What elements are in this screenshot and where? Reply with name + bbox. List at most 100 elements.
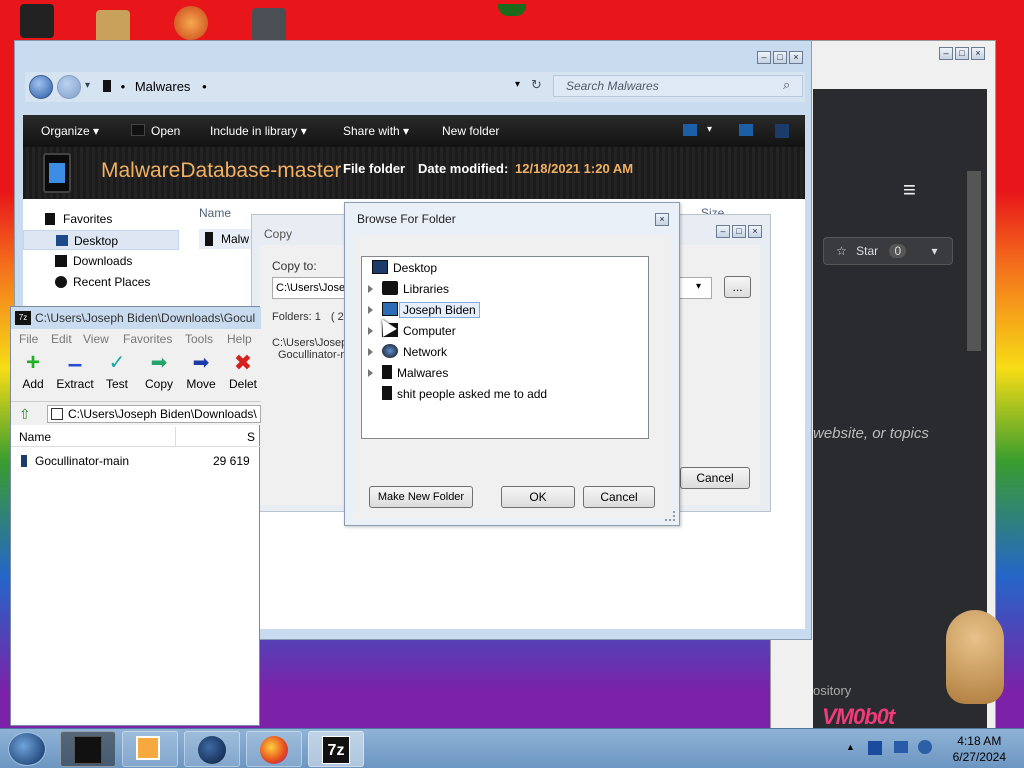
- delete-button[interactable]: ✖ Delet: [221, 350, 265, 392]
- extract-button[interactable]: – Extract: [53, 350, 97, 391]
- chevron-down-icon[interactable]: ▾: [696, 281, 701, 292]
- move-button[interactable]: ➡ Move: [179, 353, 223, 391]
- expand-arrow-icon[interactable]: [368, 348, 373, 356]
- expand-arrow-icon[interactable]: [368, 306, 373, 314]
- share-with-label: Share with: [343, 124, 400, 138]
- tree-item-desktop[interactable]: Desktop: [372, 258, 437, 278]
- start-button[interactable]: [8, 732, 46, 766]
- chevron-down-icon[interactable]: ▾: [85, 80, 90, 91]
- minimize-button[interactable]: –: [939, 47, 953, 60]
- address-dropdown-icon[interactable]: ▾: [515, 79, 520, 90]
- tray-expand-icon[interactable]: ▲: [846, 742, 855, 752]
- add-button[interactable]: + Add: [11, 349, 55, 392]
- forward-button[interactable]: [57, 75, 81, 99]
- expand-arrow-icon[interactable]: [368, 369, 373, 377]
- column-header-name[interactable]: Name: [199, 206, 231, 220]
- star-button[interactable]: ☆ Star 0 ▾: [823, 237, 953, 265]
- maximize-button[interactable]: □: [732, 225, 746, 238]
- scrollbar[interactable]: [967, 171, 981, 351]
- preview-pane-icon[interactable]: [739, 124, 753, 136]
- close-button[interactable]: ×: [971, 47, 985, 60]
- open-button[interactable]: Open: [131, 124, 180, 138]
- menu-favorites[interactable]: Favorites: [123, 329, 172, 349]
- new-folder-button[interactable]: New folder: [442, 124, 499, 138]
- minimize-button[interactable]: –: [757, 51, 771, 64]
- column-header-size[interactable]: S: [247, 427, 255, 447]
- include-library-menu[interactable]: Include in library ▾: [210, 124, 307, 138]
- column-header-name[interactable]: Name: [19, 427, 51, 447]
- tree-item-joseph-biden[interactable]: Joseph Biden: [368, 300, 480, 320]
- browse-button[interactable]: ...: [724, 276, 751, 298]
- minimize-button[interactable]: –: [716, 225, 730, 238]
- menu-file[interactable]: File: [19, 329, 38, 349]
- expand-arrow-icon[interactable]: [368, 327, 373, 335]
- hamburger-icon[interactable]: ≡: [903, 177, 916, 203]
- tray-volume-icon[interactable]: [918, 740, 932, 754]
- chevron-down-icon[interactable]: ▾: [707, 124, 712, 135]
- search-input[interactable]: Search Malwares: [553, 75, 803, 97]
- organize-menu[interactable]: Organize ▾: [41, 124, 99, 138]
- menu-tools[interactable]: Tools: [185, 329, 213, 349]
- close-button[interactable]: ×: [789, 51, 803, 64]
- favorites-header[interactable]: Favorites: [23, 209, 179, 229]
- make-new-folder-button[interactable]: Make New Folder: [369, 486, 473, 508]
- network-icon: [382, 344, 398, 358]
- nav-item-desktop[interactable]: Desktop: [23, 230, 179, 250]
- back-button[interactable]: [29, 75, 53, 99]
- folder-tree[interactable]: Desktop Libraries Joseph Biden Computer …: [361, 256, 649, 439]
- details-modified-value: 12/18/2021 1:20 AM: [515, 161, 634, 176]
- close-button[interactable]: ×: [748, 225, 762, 238]
- favorites-label: Favorites: [63, 212, 113, 226]
- nav-item-downloads[interactable]: Downloads: [23, 251, 179, 271]
- taskbar-globe[interactable]: [184, 731, 240, 767]
- plus-icon: +: [25, 349, 40, 376]
- maximize-button[interactable]: □: [955, 47, 969, 60]
- tray-network-icon[interactable]: [894, 741, 908, 753]
- taskbar-media-player[interactable]: [122, 731, 178, 767]
- ok-button[interactable]: OK: [501, 486, 575, 508]
- clock[interactable]: 4:18 AM 6/27/2024: [953, 733, 1006, 765]
- test-button[interactable]: ✓ Test: [95, 353, 139, 391]
- search-icon[interactable]: ⌕: [783, 77, 790, 93]
- address-path[interactable]: • Malwares •: [103, 76, 543, 98]
- up-folder-icon[interactable]: ⇧: [19, 406, 35, 422]
- taskbar-firefox[interactable]: [246, 731, 302, 767]
- tree-item-network[interactable]: Network: [368, 342, 447, 362]
- refresh-icon[interactable]: ↻: [531, 77, 542, 93]
- desktop-app-icon[interactable]: [20, 4, 54, 38]
- help-icon[interactable]: [775, 124, 789, 138]
- dialog-title: Browse For Folder: [357, 212, 456, 226]
- desktop-icon: [372, 260, 388, 274]
- nav-item-recent-places[interactable]: Recent Places: [23, 272, 179, 292]
- hamster-image: [946, 610, 1004, 704]
- copy-button[interactable]: ➡ Copy: [137, 353, 181, 391]
- maximize-button[interactable]: □: [773, 51, 787, 64]
- taskbar-7zip[interactable]: 7z: [308, 731, 364, 767]
- menu-help[interactable]: Help: [227, 329, 252, 349]
- chevron-down-icon[interactable]: ▾: [932, 244, 938, 258]
- item-name: Gocullinator-main: [35, 454, 130, 468]
- menu-edit[interactable]: Edit: [51, 329, 72, 349]
- delete-icon: ✖: [233, 350, 253, 375]
- cancel-button[interactable]: Cancel: [583, 486, 655, 508]
- close-button[interactable]: ×: [655, 213, 669, 226]
- list-item[interactable]: Gocullinator-main 29 619: [11, 451, 261, 471]
- cancel-button[interactable]: Cancel: [680, 467, 750, 489]
- view-icon[interactable]: [683, 124, 697, 136]
- menu-view[interactable]: View: [83, 329, 109, 349]
- star-count: 0: [889, 244, 907, 258]
- taskbar-explorer[interactable]: [60, 731, 116, 767]
- desktop-app-icon[interactable]: [174, 6, 208, 40]
- tree-item-shit-people-asked[interactable]: shit people asked me to add: [382, 384, 547, 404]
- tree-item-libraries[interactable]: Libraries: [368, 279, 449, 299]
- details-pane: MalwareDatabase-master File folder Date …: [23, 147, 805, 199]
- desktop-app-icon[interactable]: [252, 8, 286, 42]
- expand-arrow-icon[interactable]: [368, 285, 373, 293]
- resize-grip-icon[interactable]: [665, 511, 675, 521]
- path-input[interactable]: C:\Users\Joseph Biden\Downloads\: [47, 405, 261, 423]
- desktop-folder-icon[interactable]: [96, 10, 130, 44]
- tray-app-icon[interactable]: [868, 741, 882, 755]
- tree-label: Desktop: [393, 261, 438, 275]
- share-with-menu[interactable]: Share with ▾: [343, 124, 409, 138]
- tree-item-malwares[interactable]: Malwares: [368, 363, 448, 383]
